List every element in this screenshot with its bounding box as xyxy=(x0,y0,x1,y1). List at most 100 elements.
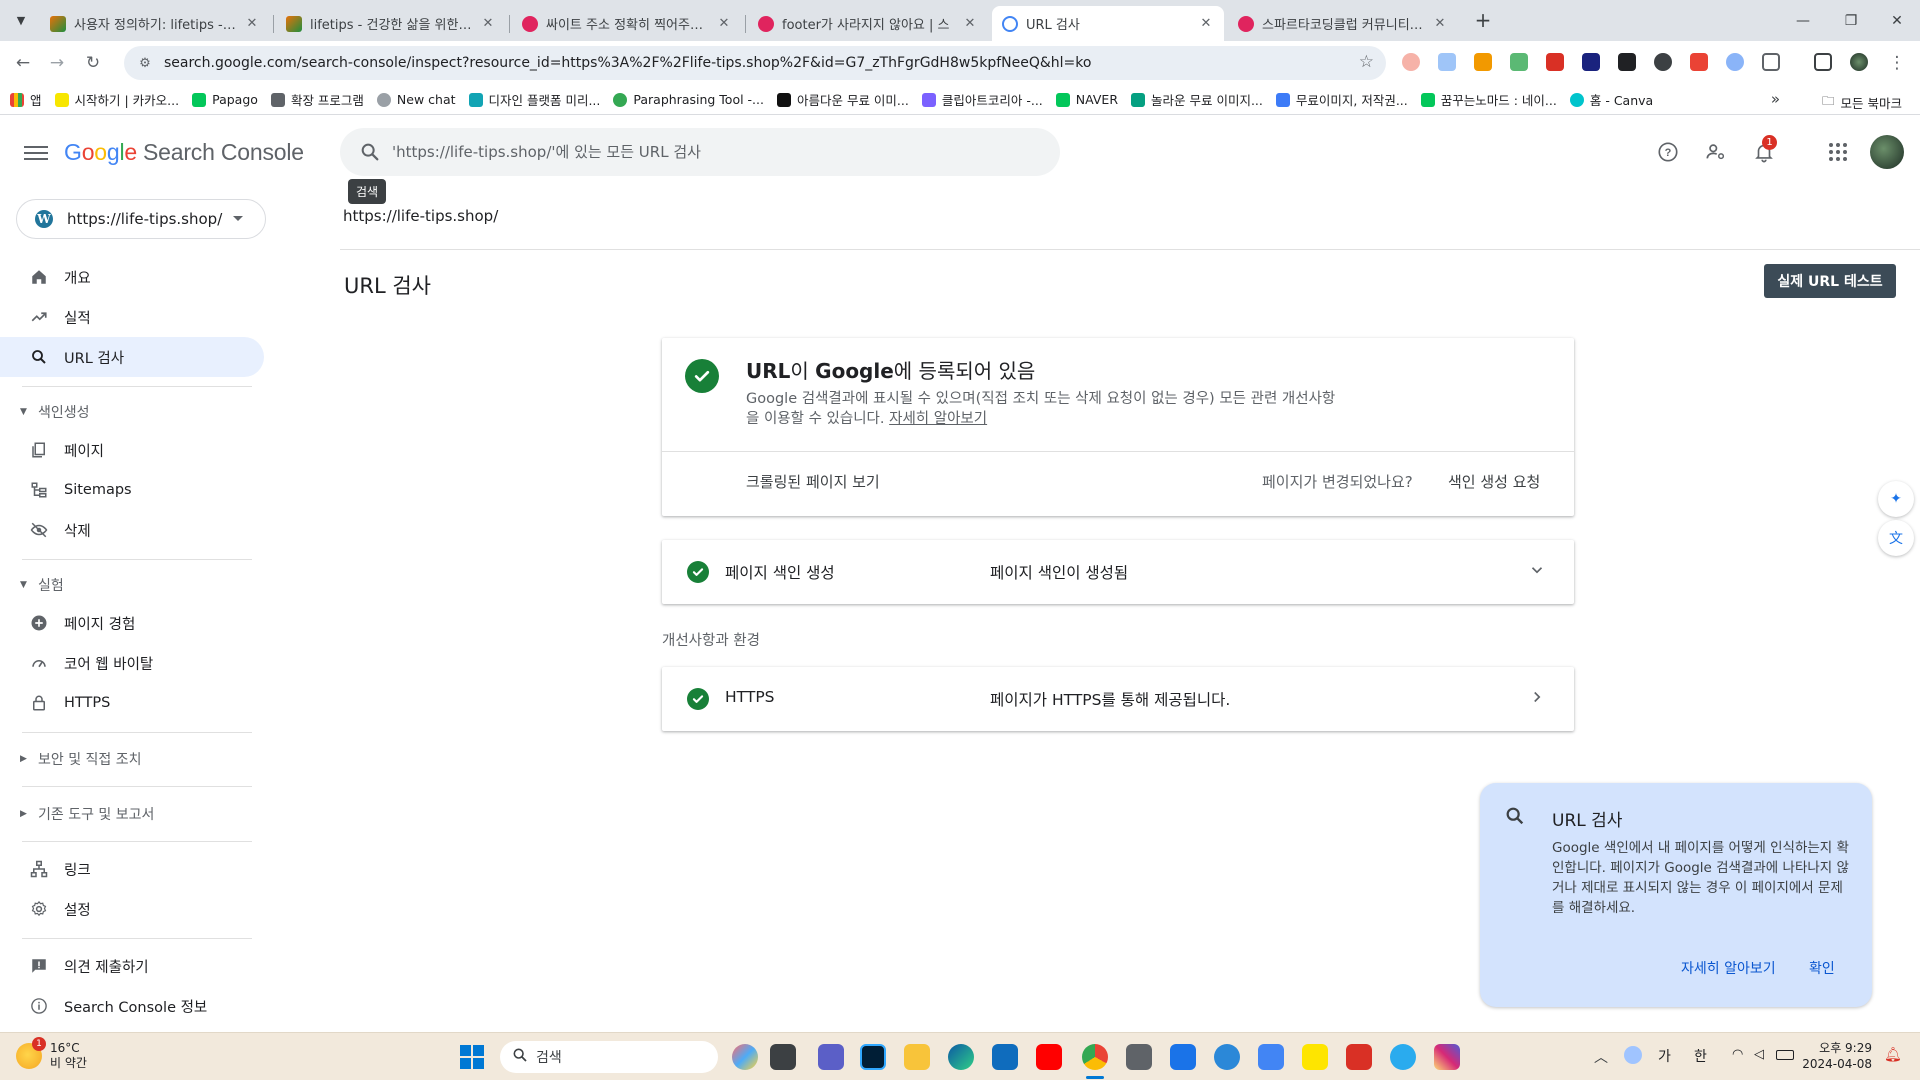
extension-icon[interactable] xyxy=(1402,53,1420,71)
sparkle-assistant-icon[interactable]: ✦ xyxy=(1878,481,1914,517)
extension-icon[interactable] xyxy=(1546,53,1564,71)
task-view-icon[interactable] xyxy=(770,1044,796,1070)
telegram-app-icon[interactable] xyxy=(1390,1044,1416,1070)
more-bookmarks-icon[interactable]: » xyxy=(1771,90,1780,108)
edge-browser-icon[interactable] xyxy=(948,1044,974,1070)
browser-tab[interactable]: lifetips - 건강한 삶을 위한 수 ✕ xyxy=(276,6,506,41)
bookmark-item[interactable]: 앱 xyxy=(10,90,42,109)
close-window-icon[interactable]: ✕ xyxy=(1874,0,1920,41)
youtube-app-icon[interactable] xyxy=(1036,1044,1062,1070)
teams-app-icon[interactable] xyxy=(818,1044,844,1070)
browser-tab[interactable]: 싸이트 주소 정확히 찍어주세요 ✕ xyxy=(512,6,742,41)
bookmark-item[interactable]: 놀라운 무료 이미지... xyxy=(1131,90,1263,109)
page-indexing-row[interactable]: 페이지 색인 생성 페이지 색인이 생성됨 xyxy=(662,540,1574,604)
taskbar-search[interactable]: 검색 xyxy=(500,1041,718,1073)
extension-icon[interactable] xyxy=(1690,53,1708,71)
profile-avatar-icon[interactable] xyxy=(1850,53,1868,71)
account-avatar[interactable] xyxy=(1870,135,1904,169)
browser-tab[interactable]: 스파르타코딩클럽 커뮤니티 | 스 ✕ xyxy=(1228,6,1458,41)
bookmark-item[interactable]: Papago xyxy=(192,92,258,107)
nav-item-core-web-vitals[interactable]: 코어 웹 바이탈 xyxy=(0,643,264,683)
nav-section-experience[interactable]: ▼ 실험 xyxy=(20,575,64,595)
nav-item-https[interactable]: HTTPS xyxy=(0,683,264,723)
all-bookmarks[interactable]: 🗀 모든 북마크 xyxy=(1822,92,1902,113)
nav-item-settings[interactable]: 설정 xyxy=(0,889,264,929)
nav-item-url-inspection[interactable]: URL 검사 xyxy=(0,337,264,377)
nav-section-legacy[interactable]: ▶ 기존 도구 및 보고서 xyxy=(20,804,154,824)
kakaotalk-app-icon[interactable] xyxy=(1302,1044,1328,1070)
bookmark-item[interactable]: Paraphrasing Tool -... xyxy=(613,92,764,107)
bookmark-item[interactable]: 무료이미지, 저작권... xyxy=(1275,90,1408,109)
help-icon[interactable]: ? xyxy=(1654,138,1682,166)
weather-app-icon[interactable] xyxy=(1214,1044,1240,1070)
restore-icon[interactable]: ❐ xyxy=(1828,0,1874,41)
view-crawled-page-button[interactable]: 크롤링된 페이지 보기 xyxy=(746,471,880,492)
onedrive-tray-icon[interactable] xyxy=(1624,1046,1642,1064)
extension-icon[interactable] xyxy=(1618,53,1636,71)
learn-more-link[interactable]: 자세히 알아보기 xyxy=(889,411,987,427)
request-indexing-button[interactable]: 색인 생성 요청 xyxy=(1448,471,1540,492)
bookmark-item[interactable]: NAVER xyxy=(1055,92,1118,107)
search-console-logo[interactable]: Google Search Console xyxy=(64,139,304,166)
forward-icon[interactable]: → xyxy=(44,50,70,76)
ime-mode-indicator[interactable]: 가 xyxy=(1658,1046,1671,1066)
extension-icon[interactable] xyxy=(1438,53,1456,71)
bookmark-star-icon[interactable]: ☆ xyxy=(1359,52,1374,72)
photoshop-app-icon[interactable] xyxy=(860,1044,886,1070)
bookmark-item[interactable]: 확장 프로그램 xyxy=(270,90,364,109)
hamburger-menu-icon[interactable] xyxy=(24,143,48,163)
manage-users-icon[interactable] xyxy=(1702,138,1730,166)
extension-icon[interactable] xyxy=(1510,53,1528,71)
minimize-icon[interactable]: — xyxy=(1780,0,1826,41)
property-selector[interactable]: W https://life-tips.shop/ xyxy=(16,199,266,239)
browser-tab[interactable]: 사용자 정의하기: lifetips - 건강 ✕ xyxy=(40,6,270,41)
chevron-down-icon[interactable] xyxy=(1528,561,1546,583)
help-learn-more-button[interactable]: 자세히 알아보기 xyxy=(1681,958,1776,978)
browser-tab[interactable]: footer가 사라지지 않아요 | 스 ✕ xyxy=(748,6,988,41)
tray-overflow-chevron-icon[interactable]: ︿ xyxy=(1594,1047,1608,1067)
address-bar[interactable]: ⚙ search.google.com/search-console/inspe… xyxy=(124,46,1386,80)
close-tab-icon[interactable]: ✕ xyxy=(1432,16,1448,31)
taskbar-clock[interactable]: 오후 9:29 2024-04-08 xyxy=(1802,1040,1872,1072)
bookmark-item[interactable]: 꿈꾸는노마드 : 네이... xyxy=(1420,90,1557,109)
bookmark-item[interactable]: 디자인 플랫폼 미리... xyxy=(468,90,600,109)
apps-grid-icon[interactable] xyxy=(1824,138,1852,166)
nav-item-page-experience[interactable]: 페이지 경험 xyxy=(0,603,264,643)
ime-language-indicator[interactable]: 한 xyxy=(1694,1046,1707,1066)
extension-icon[interactable] xyxy=(1654,53,1672,71)
game-app-icon[interactable] xyxy=(1346,1044,1372,1070)
snipping-tool-icon[interactable] xyxy=(1258,1044,1284,1070)
close-tab-icon[interactable]: ✕ xyxy=(962,16,978,31)
nav-item-feedback[interactable]: 의견 제출하기 xyxy=(0,946,264,986)
tab-search-chevron-icon[interactable]: ▼ xyxy=(10,9,32,31)
bookmark-item[interactable]: New chat xyxy=(376,92,456,107)
mail-app-icon[interactable] xyxy=(992,1044,1018,1070)
nav-section-indexing[interactable]: ▼ 색인생성 xyxy=(20,402,90,422)
nav-item-links[interactable]: 링크 xyxy=(0,849,264,889)
extension-icon[interactable] xyxy=(1582,53,1600,71)
bookmark-item[interactable]: 시작하기 | 카카오... xyxy=(54,90,179,109)
help-ok-button[interactable]: 확인 xyxy=(1809,958,1835,978)
search-input[interactable] xyxy=(392,143,1012,161)
nav-section-security[interactable]: ▶ 보안 및 직접 조치 xyxy=(20,749,142,769)
nav-item-about[interactable]: Search Console 정보 xyxy=(0,986,264,1026)
site-info-icon[interactable]: ⚙ xyxy=(132,56,158,71)
back-icon[interactable]: ← xyxy=(10,50,36,76)
bookmark-item[interactable]: 아름다운 무료 이미... xyxy=(776,90,909,109)
nav-item-overview[interactable]: 개요 xyxy=(0,257,264,297)
side-panel-icon[interactable] xyxy=(1814,53,1832,71)
close-tab-icon[interactable]: ✕ xyxy=(244,16,260,31)
https-row[interactable]: HTTPS 페이지가 HTTPS를 통해 제공됩니다. xyxy=(662,667,1574,731)
nav-item-pages[interactable]: 페이지 xyxy=(0,430,264,470)
browser-tab-active[interactable]: URL 검사 ✕ xyxy=(992,6,1224,41)
address-url[interactable]: search.google.com/search-console/inspect… xyxy=(164,55,1091,71)
chrome-browser-icon[interactable] xyxy=(1082,1044,1108,1070)
file-explorer-icon[interactable] xyxy=(904,1044,930,1070)
wifi-icon[interactable]: ◠ xyxy=(1732,1047,1743,1062)
url-inspection-search[interactable] xyxy=(340,128,1060,176)
nav-item-sitemaps[interactable]: Sitemaps xyxy=(0,470,264,510)
close-tab-icon[interactable]: ✕ xyxy=(716,16,732,31)
bookmark-item[interactable]: 홈 - Canva xyxy=(1569,90,1653,109)
close-tab-icon[interactable]: ✕ xyxy=(480,16,496,31)
calculator-app-icon[interactable] xyxy=(1126,1044,1152,1070)
